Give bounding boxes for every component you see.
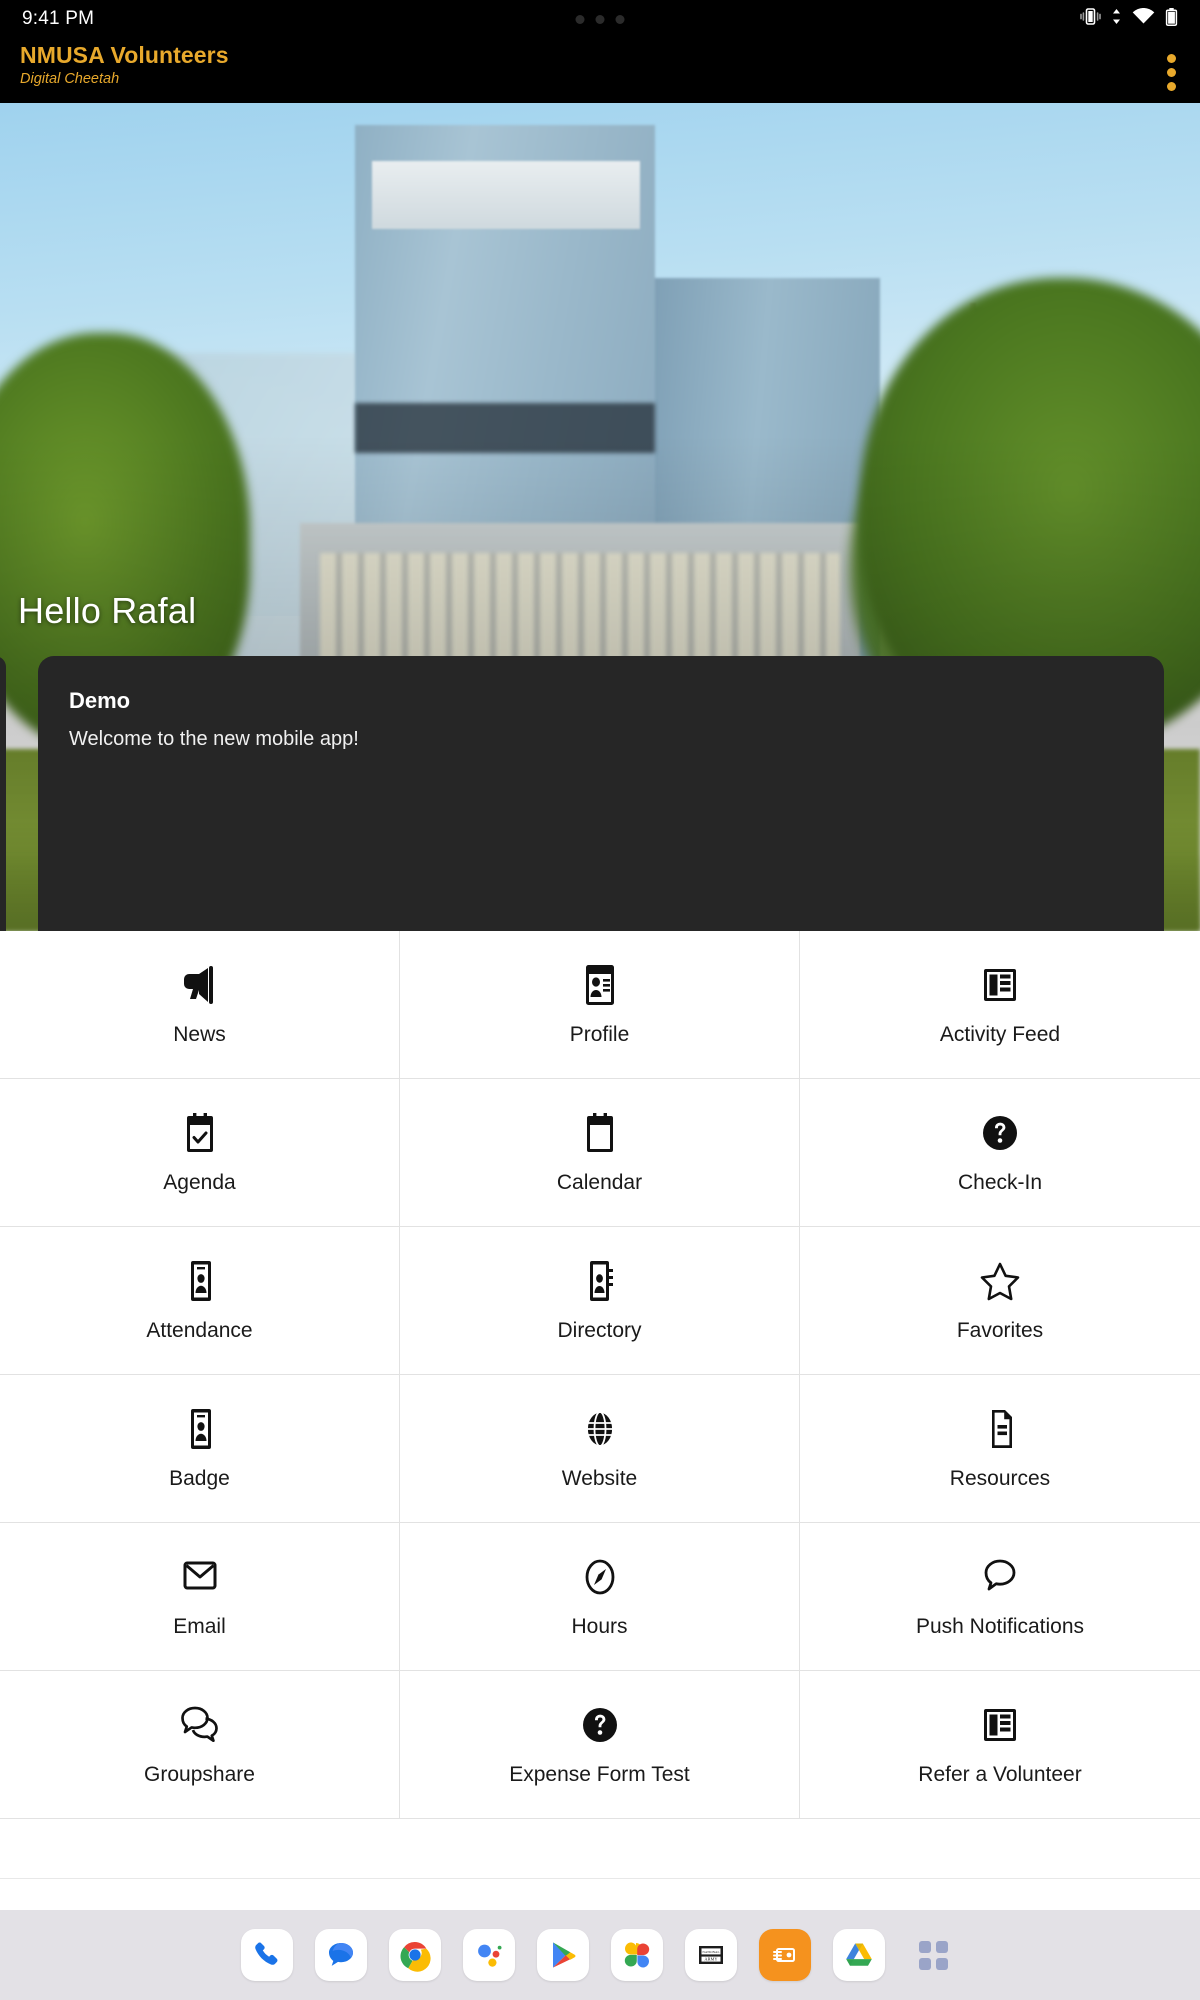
tile-favorites[interactable]: Favorites <box>800 1227 1200 1375</box>
newspaper-icon <box>977 1702 1023 1748</box>
tile-label: Activity Feed <box>939 1022 1061 1046</box>
tile-label: Check-In <box>957 1170 1043 1194</box>
tile-label: Calendar <box>556 1170 643 1194</box>
contact-card-icon <box>177 1258 223 1304</box>
google-assistant-app-icon[interactable] <box>463 1929 515 1981</box>
phone-app-icon[interactable] <box>241 1929 293 1981</box>
tile-label: Attendance <box>146 1318 253 1342</box>
carousel-card-peek[interactable] <box>0 656 6 931</box>
messages-app-icon[interactable] <box>315 1929 367 1981</box>
svg-text:NATIONAL: NATIONAL <box>702 1950 719 1954</box>
question-circle-icon <box>977 1110 1023 1156</box>
tile-badge[interactable]: Badge <box>0 1375 400 1523</box>
tile-label: Hours <box>571 1614 628 1638</box>
tile-agenda[interactable]: Agenda <box>0 1079 400 1227</box>
menu-grid: News Profile Activity Feed Agenda Calend <box>0 931 1200 1819</box>
tile-label: Badge <box>169 1466 230 1490</box>
tile-label: Profile <box>569 1022 630 1046</box>
document-icon <box>977 1406 1023 1452</box>
tile-label: Email <box>173 1614 226 1638</box>
app-bar-titles: NMUSA Volunteers Digital Cheetah <box>20 40 229 89</box>
status-icons <box>1080 7 1178 31</box>
tile-hours[interactable]: Hours <box>400 1523 800 1671</box>
status-notification-dots <box>575 14 625 24</box>
svg-text:ARMY: ARMY <box>704 1957 718 1962</box>
globe-icon <box>577 1406 623 1452</box>
status-bar: 9:41 PM <box>0 0 1200 38</box>
tile-directory[interactable]: Directory <box>400 1227 800 1375</box>
tile-expense-form-test[interactable]: Expense Form Test <box>400 1671 800 1819</box>
speech-bubble-icon <box>977 1554 1023 1600</box>
tile-check-in[interactable]: Check-In <box>800 1079 1200 1227</box>
tile-label: Groupshare <box>144 1762 255 1786</box>
chrome-app-icon[interactable] <box>389 1929 441 1981</box>
star-icon <box>977 1258 1023 1304</box>
newspaper-icon <box>977 962 1023 1008</box>
tile-resources[interactable]: Resources <box>800 1375 1200 1523</box>
badge-icon <box>177 1406 223 1452</box>
tile-label: Push Notifications <box>915 1614 1085 1638</box>
card-title: Demo <box>69 688 131 713</box>
tile-push-notifications[interactable]: Push Notifications <box>800 1523 1200 1671</box>
tile-news[interactable]: News <box>0 931 400 1079</box>
national-museum-army-app-icon[interactable]: NATIONAL ARMY <box>685 1929 737 1981</box>
compass-icon <box>577 1554 623 1600</box>
app-subtitle: Digital Cheetah <box>20 71 120 87</box>
address-book-icon <box>577 1258 623 1304</box>
tile-email[interactable]: Email <box>0 1523 400 1671</box>
tile-label: Website <box>561 1466 638 1490</box>
vibrate-icon <box>1080 8 1101 30</box>
app-bar: NMUSA Volunteers Digital Cheetah <box>0 38 1200 103</box>
envelope-icon <box>177 1554 223 1600</box>
phone-screen: 9:41 PM NMUSA Volunteers Digital Cheetah <box>0 0 1200 2000</box>
calendar-icon <box>577 1110 623 1156</box>
tile-profile[interactable]: Profile <box>400 931 800 1079</box>
tile-label: News <box>173 1022 226 1046</box>
wifi-icon <box>1132 7 1155 30</box>
data-transfer-icon <box>1111 8 1122 30</box>
google-drive-app-icon[interactable] <box>833 1929 885 1981</box>
tile-attendance[interactable]: Attendance <box>0 1227 400 1375</box>
id-card-icon <box>577 962 623 1008</box>
tile-label: Resources <box>949 1466 1051 1490</box>
question-circle-icon <box>577 1702 623 1748</box>
tile-activity-feed[interactable]: Activity Feed <box>800 931 1200 1079</box>
tile-refer-a-volunteer[interactable]: Refer a Volunteer <box>800 1671 1200 1819</box>
tile-label: Expense Form Test <box>509 1762 690 1786</box>
tile-website[interactable]: Website <box>400 1375 800 1523</box>
system-dock: NATIONAL ARMY <box>0 1910 1200 2000</box>
all-apps-icon[interactable] <box>907 1929 959 1981</box>
tile-label: Favorites <box>956 1318 1044 1342</box>
tile-label: Agenda <box>163 1170 236 1194</box>
megaphone-icon <box>177 962 223 1008</box>
play-store-app-icon[interactable] <box>537 1929 589 1981</box>
overflow-menu-icon[interactable] <box>1167 40 1176 91</box>
greeting-text: Hello Rafal <box>18 590 197 631</box>
tile-calendar[interactable]: Calendar <box>400 1079 800 1227</box>
google-photos-app-icon[interactable] <box>611 1929 663 1981</box>
status-time: 9:41 PM <box>22 8 95 29</box>
card-body: Welcome to the new mobile app! <box>69 728 359 750</box>
orange-app-icon[interactable] <box>759 1929 811 1981</box>
grid-bottom-spacer <box>0 1819 1200 1879</box>
tile-groupshare[interactable]: Groupshare <box>0 1671 400 1819</box>
battery-icon <box>1165 7 1178 31</box>
calendar-check-icon <box>177 1110 223 1156</box>
tile-label: Refer a Volunteer <box>918 1762 1082 1786</box>
chat-bubbles-icon <box>177 1702 223 1748</box>
tile-label: Directory <box>557 1318 642 1342</box>
app-title: NMUSA Volunteers <box>20 42 229 68</box>
hero-banner: Hello Rafal Demo Welcome to the new mobi… <box>0 103 1200 931</box>
carousel-card[interactable]: Demo Welcome to the new mobile app! <box>38 656 1164 931</box>
